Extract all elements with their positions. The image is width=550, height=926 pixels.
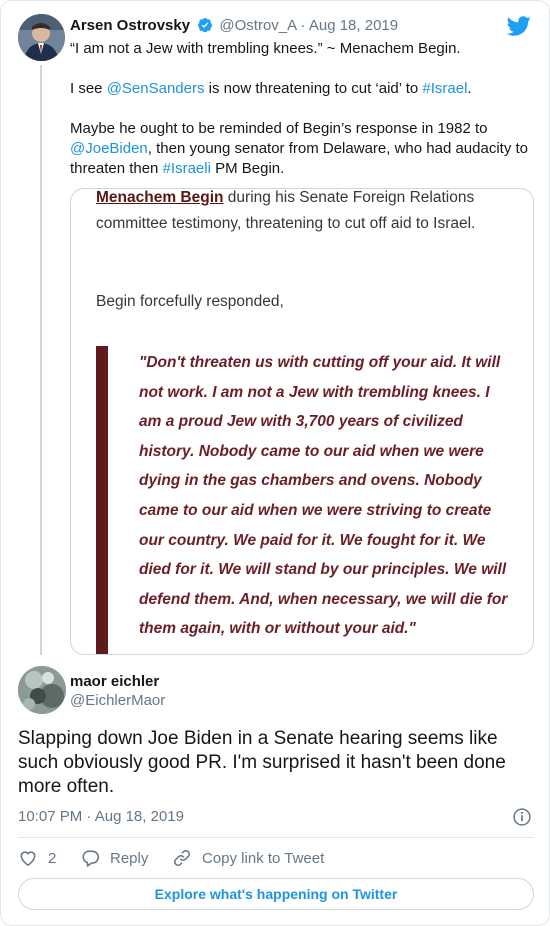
image-quote-bar bbox=[96, 346, 108, 654]
explore-twitter-button[interactable]: Explore what's happening on Twitter bbox=[18, 878, 534, 910]
quoted-tweet-text-segment: “I am not a Jew with trembling knees.” ~… bbox=[70, 40, 461, 57]
quoted-author-avatar[interactable] bbox=[18, 14, 65, 61]
author-avatar[interactable] bbox=[18, 666, 66, 714]
quoted-tweet-paragraph: I see @SenSanders is now threatening to … bbox=[70, 79, 535, 99]
like-count: 2 bbox=[48, 849, 57, 867]
heart-icon bbox=[20, 851, 36, 867]
actions-divider bbox=[18, 837, 534, 838]
like-button[interactable]: 2 bbox=[18, 848, 80, 868]
thread-connector-line bbox=[40, 65, 42, 655]
quoted-author-handle[interactable]: @Ostrov_A bbox=[219, 17, 296, 34]
tweet-timestamp[interactable]: 10:07 PM · Aug 18, 2019 bbox=[18, 807, 184, 827]
author-name[interactable]: maor eichler bbox=[70, 672, 159, 692]
quoted-tweet-text-segment: PM Begin. bbox=[210, 160, 285, 177]
quoted-tweet-paragraph: Maybe he ought to be reminded of Begin’s… bbox=[70, 119, 535, 179]
quoted-tweet-text: “I am not a Jew with trembling knees.” ~… bbox=[70, 39, 535, 199]
quoted-tweet-date[interactable]: Aug 18, 2019 bbox=[309, 17, 398, 34]
quoted-tweet-link[interactable]: @SenSanders bbox=[107, 80, 205, 97]
image-caption-top: Menachem Begin during his Senate Foreign… bbox=[96, 189, 526, 237]
reply-label: Reply bbox=[110, 849, 149, 867]
verified-badge-icon bbox=[198, 18, 213, 33]
tweet-text: Slapping down Joe Biden in a Senate hear… bbox=[18, 728, 506, 797]
image-name-link: Menachem Begin bbox=[96, 189, 224, 206]
info-icon[interactable] bbox=[512, 807, 532, 827]
twitter-bird-icon[interactable] bbox=[507, 14, 531, 38]
quoted-tweet-link[interactable]: #Israeli bbox=[163, 160, 211, 177]
quoted-tweet-header: Arsen Ostrovsky @Ostrov_A · Aug 18, 2019 bbox=[70, 16, 398, 36]
quoted-tweet-text-segment: is now threatening to cut ‘aid’ to bbox=[204, 80, 423, 97]
quoted-tweet-text-segment: I see bbox=[70, 80, 107, 97]
quoted-tweet-link[interactable]: @JoeBiden bbox=[70, 140, 148, 157]
reply-bubble-icon bbox=[82, 850, 100, 867]
quoted-tweet-link[interactable]: #Israel bbox=[422, 80, 467, 97]
copy-link-label: Copy link to Tweet bbox=[202, 849, 325, 867]
quoted-tweet-image[interactable]: Menachem Begin during his Senate Foreign… bbox=[70, 188, 534, 655]
image-begin-line: Begin forcefully responded, bbox=[96, 293, 284, 310]
tweet-time-separator: · bbox=[86, 808, 92, 825]
tweet-date: Aug 18, 2019 bbox=[94, 808, 184, 825]
link-icon bbox=[174, 850, 190, 866]
author-handle[interactable]: @EichlerMaor bbox=[70, 691, 165, 711]
quoted-tweet-text-segment: Maybe he ought to be reminded of Begin’s… bbox=[70, 120, 488, 137]
reply-button[interactable]: Reply bbox=[80, 848, 172, 868]
tweet-time: 10:07 PM bbox=[18, 808, 83, 825]
tweet-actions-bar: 2 Reply Copy link to Tweet bbox=[18, 847, 324, 869]
quoted-tweet-text-segment: . bbox=[467, 80, 472, 97]
quoted-tweet-paragraph: “I am not a Jew with trembling knees.” ~… bbox=[70, 39, 535, 59]
quoted-date-separator: · bbox=[300, 17, 306, 34]
tweet-embed-card: Arsen Ostrovsky @Ostrov_A · Aug 18, 2019… bbox=[0, 0, 550, 926]
copy-link-button[interactable]: Copy link to Tweet bbox=[172, 848, 324, 868]
image-begin-quote: "Don't threaten us with cutting off your… bbox=[139, 354, 508, 638]
quoted-author-name[interactable]: Arsen Ostrovsky bbox=[70, 17, 190, 34]
